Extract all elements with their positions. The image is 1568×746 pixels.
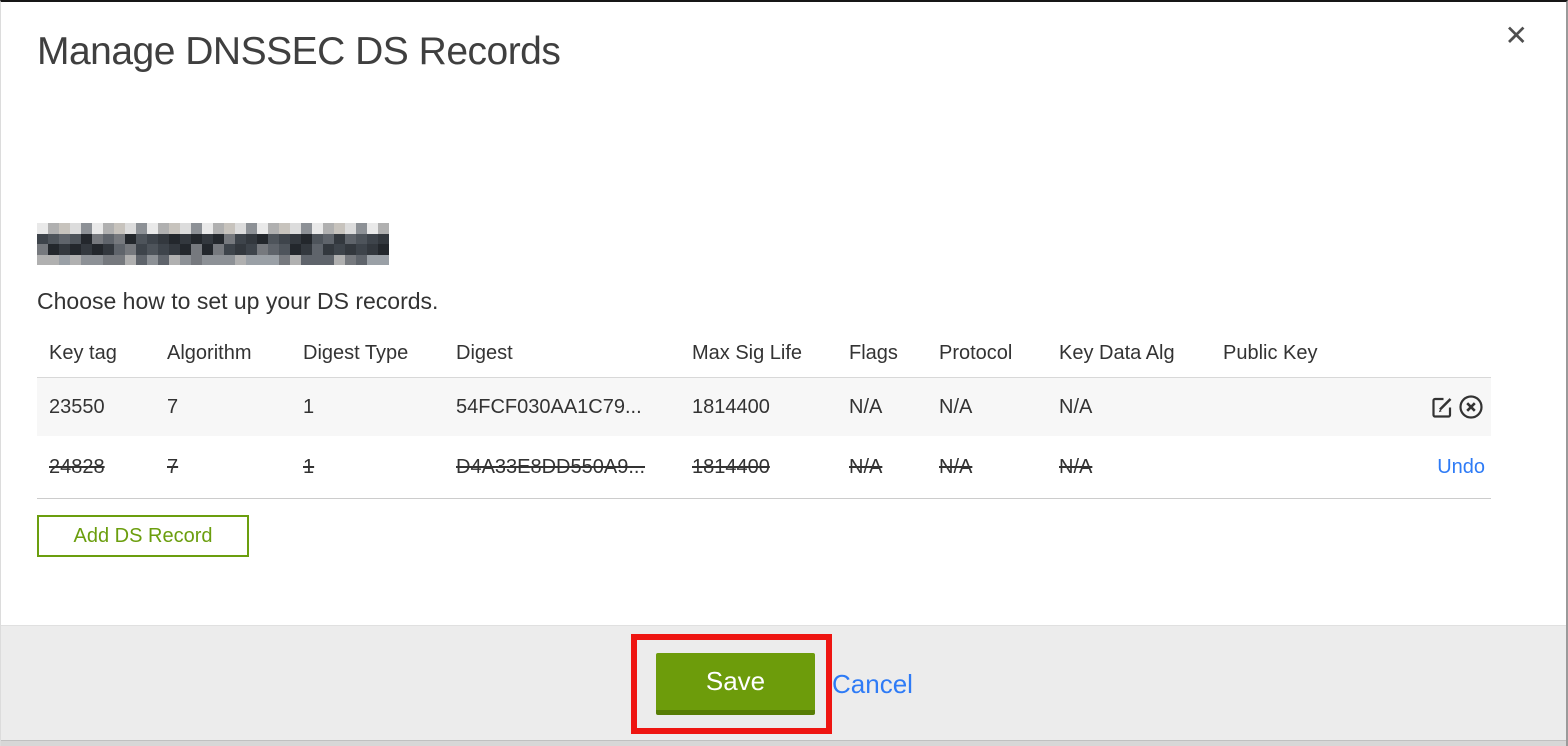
cell-digest-type: 1 xyxy=(303,395,315,418)
table-row-deleted: 24828 7 1 D4A33E8DD550A9... 1814400 N/A … xyxy=(37,436,1491,499)
undo-link[interactable]: Undo xyxy=(1437,456,1485,479)
cell-key-tag: 24828 xyxy=(49,455,105,478)
cell-max-sig-life: 1814400 xyxy=(692,455,770,478)
row-actions xyxy=(1363,393,1491,421)
cell-digest: 54FCF030AA1C79... xyxy=(456,395,642,418)
cell-algorithm: 7 xyxy=(167,455,179,478)
delete-icon[interactable] xyxy=(1457,393,1485,421)
bottom-edge xyxy=(1,740,1566,746)
save-button[interactable]: Save xyxy=(656,653,815,715)
table-row: 23550 7 1 54FCF030AA1C79... 1814400 N/A … xyxy=(37,377,1491,436)
cell-key-data-alg: N/A xyxy=(1059,395,1093,418)
close-icon[interactable]: ✕ xyxy=(1505,22,1528,50)
cell-digest-type: 1 xyxy=(303,455,315,478)
col-header-max-sig-life: Max Sig Life xyxy=(692,342,803,364)
cell-key-data-alg: N/A xyxy=(1059,455,1093,478)
edit-icon[interactable] xyxy=(1429,394,1455,420)
col-header-algorithm: Algorithm xyxy=(167,342,252,364)
dnssec-modal: Manage DNSSEC DS Records ✕ Choose how to… xyxy=(0,0,1568,746)
col-header-digest-type: Digest Type xyxy=(303,342,409,364)
instruction-text: Choose how to set up your DS records. xyxy=(37,288,439,314)
cell-max-sig-life: 1814400 xyxy=(692,395,770,418)
page-title: Manage DNSSEC DS Records xyxy=(37,30,561,73)
row-actions: Undo xyxy=(1363,456,1491,479)
col-header-key-data-alg: Key Data Alg xyxy=(1059,342,1175,364)
col-header-flags: Flags xyxy=(849,342,898,364)
redacted-domain-name xyxy=(37,223,389,265)
cell-protocol: N/A xyxy=(939,455,973,478)
ds-records-table: Key tag Algorithm Digest Type Digest Max… xyxy=(37,330,1491,499)
cancel-link[interactable]: Cancel xyxy=(832,669,913,700)
cell-algorithm: 7 xyxy=(167,395,179,418)
cell-digest: D4A33E8DD550A9... xyxy=(456,455,646,478)
cell-key-tag: 23550 xyxy=(49,395,105,418)
col-header-digest: Digest xyxy=(456,342,513,364)
col-header-key-tag: Key tag xyxy=(49,342,117,364)
cell-protocol: N/A xyxy=(939,395,973,418)
col-header-public-key: Public Key xyxy=(1223,342,1318,364)
cell-flags: N/A xyxy=(849,455,883,478)
cell-flags: N/A xyxy=(849,395,883,418)
add-ds-record-button[interactable]: Add DS Record xyxy=(37,515,249,557)
col-header-protocol: Protocol xyxy=(939,342,1013,364)
table-header-row: Key tag Algorithm Digest Type Digest Max… xyxy=(37,330,1491,377)
